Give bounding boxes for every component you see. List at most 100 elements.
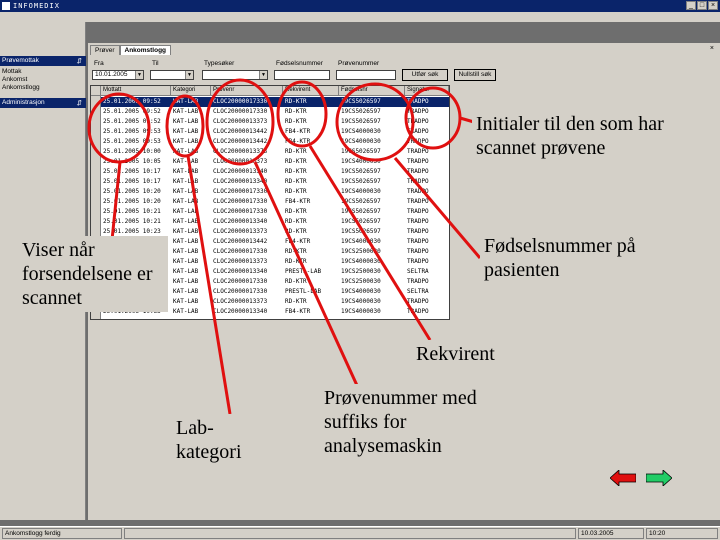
- table-cell[interactable]: 25.01.2005 10:21: [101, 207, 171, 217]
- table-cell[interactable]: 25.01.2005 10:05: [101, 157, 171, 167]
- table-cell[interactable]: CLOC20000017330: [211, 197, 283, 207]
- collapse-icon[interactable]: ⇵: [77, 57, 82, 65]
- table-cell[interactable]: CLOC20000013373: [211, 257, 283, 267]
- chevron-down-icon[interactable]: ▼: [185, 71, 193, 79]
- table-cell[interactable]: 19CS4000030: [339, 307, 405, 317]
- table-cell[interactable]: TRADPO: [405, 167, 449, 177]
- table-cell[interactable]: 25.01.2005 10:20: [101, 197, 171, 207]
- table-cell[interactable]: RD-KTR: [283, 227, 339, 237]
- table-cell[interactable]: TRADPO: [405, 207, 449, 217]
- table-cell[interactable]: TRADPO: [405, 147, 449, 157]
- table-cell[interactable]: TRADPO: [405, 297, 449, 307]
- table-cell[interactable]: 25.01.2005 09:52: [101, 107, 171, 117]
- nav-item-ankomst[interactable]: Ankomst: [2, 76, 82, 83]
- table-cell[interactable]: RD-KTR: [283, 297, 339, 307]
- table-cell[interactable]: 19CS2500030: [339, 247, 405, 257]
- table-cell[interactable]: RD-KTR: [283, 97, 339, 107]
- table-cell[interactable]: 19CS4000030: [339, 297, 405, 307]
- table-cell[interactable]: KAT-LAB: [171, 237, 211, 247]
- table-cell[interactable]: RD-KTR: [283, 107, 339, 117]
- table-cell[interactable]: FB4-KTR: [283, 127, 339, 137]
- table-cell[interactable]: 19CS4000030: [339, 127, 405, 137]
- table-cell[interactable]: KAT-LAB: [171, 207, 211, 217]
- table-cell[interactable]: RD-KTR: [283, 177, 339, 187]
- table-cell[interactable]: 25.01.2005 09:53: [101, 127, 171, 137]
- panel-close-icon[interactable]: ×: [710, 45, 714, 52]
- table-cell[interactable]: KAT-LAB: [171, 307, 211, 317]
- table-cell[interactable]: CLOC20000013340: [211, 217, 283, 227]
- table-cell[interactable]: CLOC20000013373: [211, 227, 283, 237]
- maximize-button[interactable]: □: [697, 1, 707, 10]
- forward-arrow-icon[interactable]: [646, 470, 672, 486]
- table-cell[interactable]: TRADPO: [405, 257, 449, 267]
- table-cell[interactable]: 19CS4000030: [339, 157, 405, 167]
- table-cell[interactable]: TRADPO: [405, 117, 449, 127]
- table-cell[interactable]: KAT-LAB: [171, 117, 211, 127]
- sample-number-input[interactable]: [336, 70, 396, 80]
- table-cell[interactable]: 25.01.2005 09:52: [101, 117, 171, 127]
- column-header-fodselsnr[interactable]: Fødselsnr: [339, 86, 405, 96]
- collapse-icon[interactable]: ⇵: [77, 99, 82, 107]
- table-cell[interactable]: KAT-LAB: [171, 227, 211, 237]
- table-cell[interactable]: 25.01.2005 10:00: [101, 147, 171, 157]
- table-cell[interactable]: RD-KTR: [283, 277, 339, 287]
- table-cell[interactable]: KAT-LAB: [171, 97, 211, 107]
- table-cell[interactable]: KAT-LAB: [171, 297, 211, 307]
- ssn-input[interactable]: [274, 70, 330, 80]
- table-cell[interactable]: 19CS5026597: [339, 217, 405, 227]
- table-cell[interactable]: 19CS5026597: [339, 197, 405, 207]
- table-cell[interactable]: TRADPO: [405, 97, 449, 107]
- table-cell[interactable]: CLOC20000013373: [211, 297, 283, 307]
- table-cell[interactable]: CLOC20000017330: [211, 107, 283, 117]
- table-cell[interactable]: CLOC20000017330: [211, 97, 283, 107]
- table-cell[interactable]: 19CS5026597: [339, 227, 405, 237]
- table-cell[interactable]: 25.01.2005 09:53: [101, 137, 171, 147]
- table-cell[interactable]: FB4-KTR: [283, 307, 339, 317]
- table-cell[interactable]: CLOC20000013442: [211, 237, 283, 247]
- search-button[interactable]: Utfør søk: [402, 69, 448, 81]
- nav-item-mottak[interactable]: Mottak: [2, 68, 82, 75]
- table-cell[interactable]: 25.01.2005 10:20: [101, 187, 171, 197]
- table-cell[interactable]: KAT-LAB: [171, 147, 211, 157]
- table-cell[interactable]: TRADPO: [405, 157, 449, 167]
- table-cell[interactable]: 25.01.2005 09:52: [101, 97, 171, 107]
- table-cell[interactable]: RD-KTR: [283, 187, 339, 197]
- tab-ankomstlogg[interactable]: Ankomstlogg: [119, 45, 172, 55]
- table-cell[interactable]: TRADPO: [405, 247, 449, 257]
- nav-section-provemottak[interactable]: Prøvemottak ⇵: [0, 56, 86, 66]
- back-arrow-icon[interactable]: [610, 470, 636, 486]
- table-cell[interactable]: 25.01.2005 10:17: [101, 167, 171, 177]
- table-cell[interactable]: PRESTL-LAB: [283, 267, 339, 277]
- table-cell[interactable]: TRADPO: [405, 307, 449, 317]
- table-cell[interactable]: CLOC20000017330: [211, 277, 283, 287]
- table-cell[interactable]: TRADPO: [405, 127, 449, 137]
- table-cell[interactable]: 19CS2500030: [339, 267, 405, 277]
- table-cell[interactable]: SELTRA: [405, 267, 449, 277]
- table-cell[interactable]: KAT-LAB: [171, 277, 211, 287]
- table-cell[interactable]: RD-KTR: [283, 117, 339, 127]
- table-cell[interactable]: 19CS4000030: [339, 187, 405, 197]
- column-header-signatur[interactable]: Signatur: [405, 86, 449, 96]
- table-cell[interactable]: KAT-LAB: [171, 157, 211, 167]
- table-cell[interactable]: CLOC20000017330: [211, 287, 283, 297]
- minimize-button[interactable]: _: [686, 1, 696, 10]
- nav-item-ankomstlogg[interactable]: Ankomstlogg: [2, 84, 82, 91]
- column-header-mottatt[interactable]: Mottatt: [101, 86, 171, 96]
- table-cell[interactable]: 19CS5026597: [339, 167, 405, 177]
- table-cell[interactable]: 19CS5026597: [339, 97, 405, 107]
- table-cell[interactable]: CLOC20000017330: [211, 247, 283, 257]
- table-cell[interactable]: TRADPO: [405, 217, 449, 227]
- chevron-down-icon[interactable]: ▼: [259, 71, 267, 79]
- table-cell[interactable]: RD-KTR: [283, 147, 339, 157]
- to-date-input[interactable]: ▼: [150, 70, 194, 80]
- table-cell[interactable]: CLOC20000013373: [211, 157, 283, 167]
- table-cell[interactable]: TRADPO: [405, 227, 449, 237]
- table-cell[interactable]: TRADPO: [405, 137, 449, 147]
- table-cell[interactable]: 19CS5026597: [339, 117, 405, 127]
- table-cell[interactable]: TRADPO: [405, 187, 449, 197]
- table-cell[interactable]: CLOC20000013340: [211, 267, 283, 277]
- table-cell[interactable]: TRADPO: [405, 237, 449, 247]
- tab-prover[interactable]: Prøver: [90, 45, 120, 55]
- table-cell[interactable]: RD-KTR: [283, 247, 339, 257]
- table-cell[interactable]: CLOC20000013340: [211, 177, 283, 187]
